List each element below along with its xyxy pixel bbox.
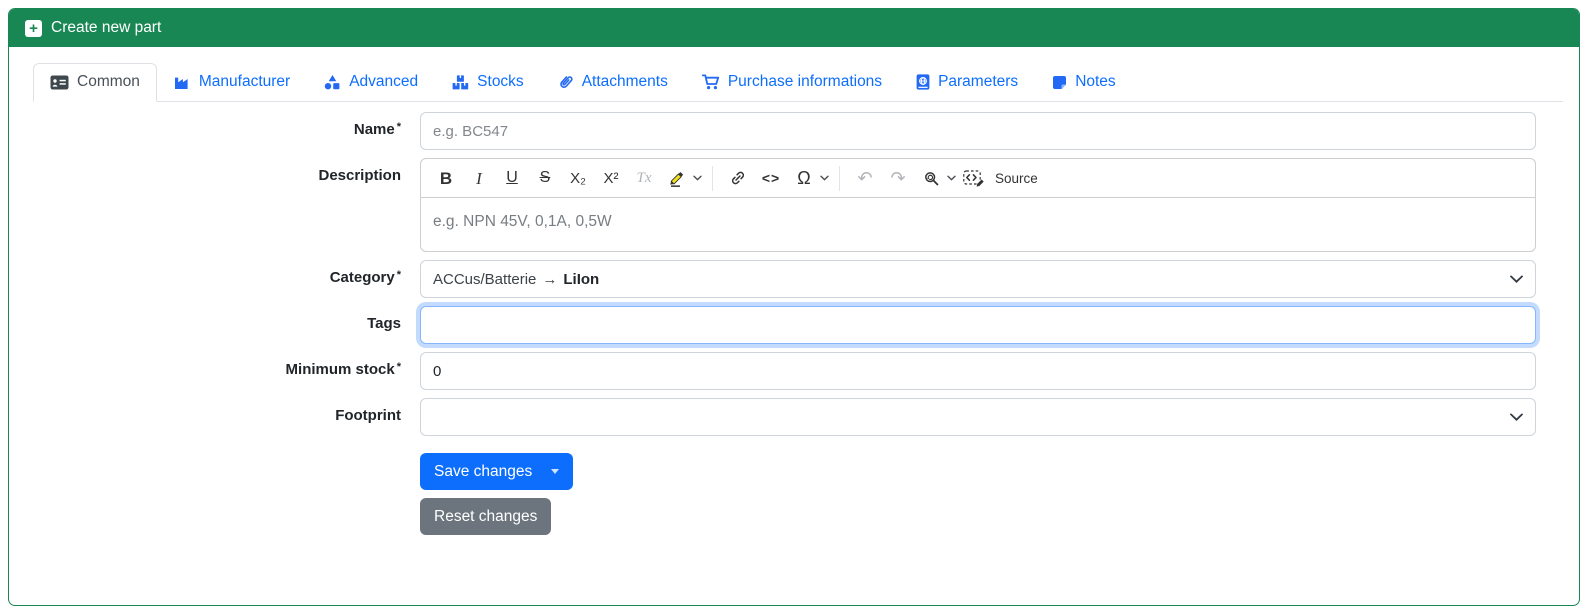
tags-input[interactable] <box>420 306 1536 344</box>
toolbar-separator <box>712 165 713 191</box>
save-button[interactable]: Save changes <box>420 453 574 490</box>
description-label: Description <box>318 167 401 184</box>
category-label: Category * <box>329 269 401 286</box>
minimum-stock-row: Minimum stock * <box>33 352 1536 390</box>
tab-manufacturer[interactable]: Manufacturer <box>157 63 307 102</box>
tab-advanced[interactable]: Advanced <box>307 63 435 102</box>
underline-icon[interactable]: U <box>497 164 527 193</box>
required-marker: * <box>396 361 401 373</box>
editor-toolbar: B I U S X₂ X² Tx <> Ω ↶ ↷ Source <box>421 159 1535 198</box>
boxes-icon <box>452 74 469 89</box>
category-selected-value: LiIon <box>563 270 600 288</box>
category-parent-path: ACCus/Batterie <box>433 270 537 288</box>
tags-row: Tags <box>33 306 1536 344</box>
link-icon[interactable] <box>723 164 753 193</box>
chevron-down-icon <box>693 175 702 181</box>
special-characters-dropdown[interactable]: Ω <box>789 164 829 193</box>
find-replace-dropdown[interactable] <box>916 164 956 193</box>
undo-icon[interactable]: ↶ <box>850 164 880 193</box>
plus-square-icon: + <box>25 19 42 37</box>
category-row: Category * ACCus/Batterie → LiIon <box>33 260 1536 298</box>
italic-icon[interactable]: I <box>464 164 494 193</box>
chevron-down-icon <box>947 175 956 181</box>
minimum-stock-input[interactable] <box>420 352 1536 390</box>
tab-label: Stocks <box>477 73 524 90</box>
description-editor: B I U S X₂ X² Tx <> Ω ↶ ↷ Source e.g. NP… <box>420 158 1536 252</box>
reset-button[interactable]: Reset changes <box>420 498 552 535</box>
category-arrow: → <box>542 270 558 288</box>
strikethrough-icon[interactable]: S <box>530 164 560 193</box>
book-atlas-icon <box>916 74 930 90</box>
tab-parameters[interactable]: Parameters <box>899 63 1035 102</box>
name-input[interactable] <box>420 112 1536 150</box>
footprint-select[interactable] <box>420 398 1536 436</box>
name-label: Name * <box>353 121 401 138</box>
tab-label: Common <box>77 73 140 90</box>
footprint-row: Footprint <box>33 398 1536 436</box>
code-icon[interactable]: <> <box>756 164 786 193</box>
dropdown-caret-icon <box>551 469 560 474</box>
shopping-cart-icon <box>701 74 719 90</box>
redo-icon[interactable]: ↷ <box>883 164 913 193</box>
find-and-replace-icon <box>924 171 938 185</box>
highlight-dropdown[interactable] <box>662 164 702 193</box>
id-card-icon <box>50 75 69 89</box>
tab-notes[interactable]: Notes <box>1035 63 1133 102</box>
tab-stocks[interactable]: Stocks <box>435 63 541 102</box>
source-button[interactable]: Source <box>959 164 1038 193</box>
tab-common[interactable]: Common <box>33 63 157 102</box>
tab-bar: Common Manufacturer Advanced Stocks Atta… <box>33 63 1563 102</box>
superscript-icon[interactable]: X² <box>596 164 626 193</box>
minimum-stock-label: Minimum stock * <box>285 361 401 378</box>
tab-label: Purchase informations <box>727 73 883 90</box>
factory-icon <box>174 77 188 89</box>
card-header: + Create new part <box>9 9 1579 47</box>
tab-purchase-informations[interactable]: Purchase informations <box>685 63 899 102</box>
tab-label: Attachments <box>581 73 668 90</box>
create-part-form: Name* Description B I U S X₂ X² <box>33 112 1563 535</box>
toolbar-separator <box>839 165 840 191</box>
shapes-icon <box>325 74 340 89</box>
footprint-label: Footprint <box>335 407 401 424</box>
description-placeholder: e.g. NPN 45V, 0,1A, 0,5W <box>433 213 612 230</box>
highlight-icon <box>669 172 683 187</box>
special-characters-icon: Ω <box>797 168 811 188</box>
reset-row: Reset changes <box>33 498 1536 535</box>
paperclip-icon <box>559 76 573 89</box>
name-row: Name * <box>33 112 1536 150</box>
remove-format-icon[interactable]: Tx <box>629 164 659 193</box>
tab-label: Notes <box>1075 73 1116 90</box>
description-editing-area[interactable]: e.g. NPN 45V, 0,1A, 0,5W <box>421 198 1535 251</box>
tab-label: Parameters <box>938 73 1019 90</box>
save-row: Save changes <box>33 453 1536 490</box>
tab-label: Advanced <box>349 73 419 90</box>
category-select[interactable]: ACCus/Batterie → LiIon <box>420 260 1536 298</box>
source-label: Source <box>995 170 1038 186</box>
tags-label: Tags <box>367 315 401 332</box>
create-part-card: + Create new part Common Manufacturer Ad… <box>8 8 1580 606</box>
required-marker: * <box>396 269 401 281</box>
tab-label: Manufacturer <box>198 73 291 90</box>
page-title: Create new part <box>51 19 162 36</box>
bold-icon[interactable]: B <box>431 164 461 193</box>
sticky-note-icon <box>1053 75 1067 89</box>
chevron-down-icon <box>820 175 829 181</box>
required-marker: * <box>396 121 401 133</box>
source-icon <box>963 169 984 187</box>
description-row: Description B I U S X₂ X² Tx <> Ω ↶ ↷ So… <box>33 158 1536 252</box>
subscript-icon[interactable]: X₂ <box>563 164 593 193</box>
tab-attachments[interactable]: Attachments <box>541 63 685 102</box>
